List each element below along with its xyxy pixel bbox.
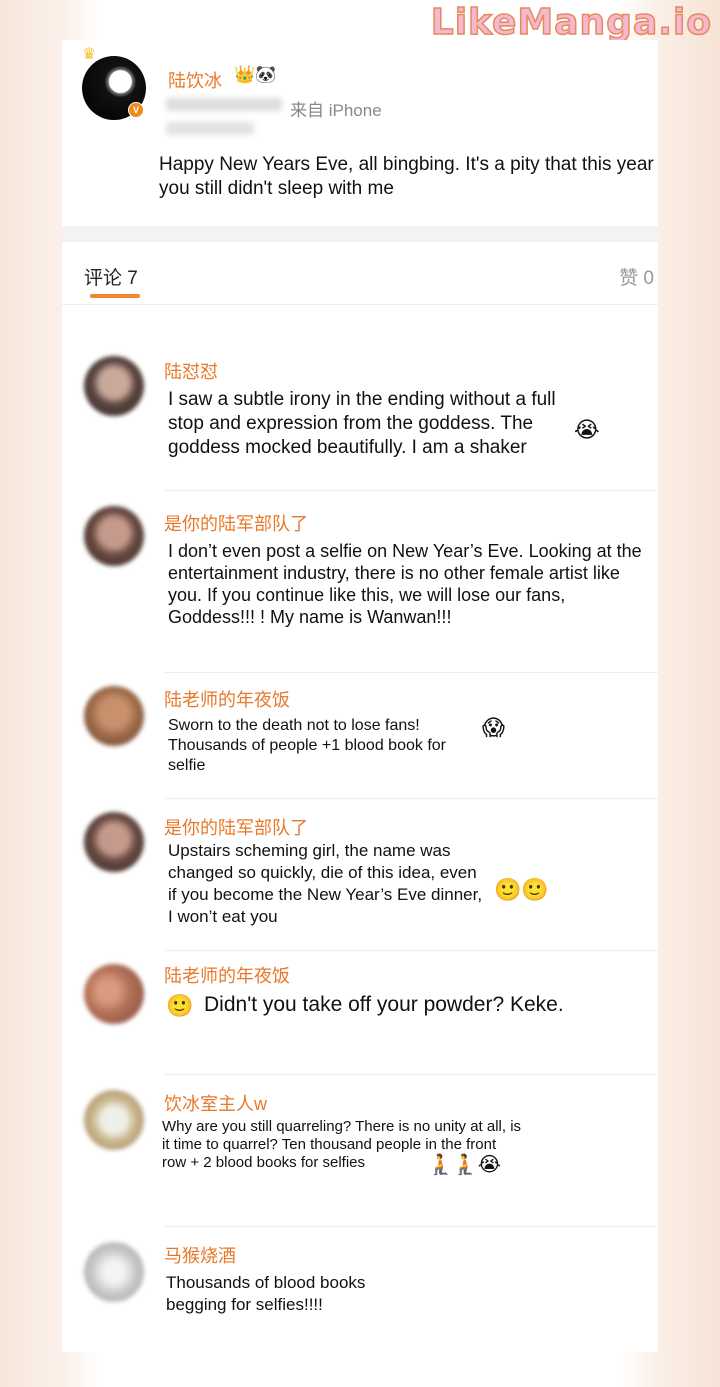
comment-divider xyxy=(164,1226,658,1227)
comment-text: I don’t even post a selfie on New Year’s… xyxy=(168,541,642,627)
commenter-name[interactable]: 是你的陆军部队了 xyxy=(164,814,308,840)
comment-divider xyxy=(164,490,658,491)
site-watermark: LikeManga.io xyxy=(430,1,712,44)
kneel-emoji-icon: 🧎🧎😭 xyxy=(428,1152,502,1176)
smile-emoji-icon: 🙂 xyxy=(166,994,194,1019)
comment-divider xyxy=(164,1074,658,1075)
post-text: Happy New Years Eve, all bingbing. It's … xyxy=(159,154,654,199)
comment-divider xyxy=(164,950,658,951)
commenter-avatar[interactable] xyxy=(84,1090,144,1150)
tab-comments[interactable]: 评论 7 xyxy=(84,263,138,290)
commenter-avatar[interactable] xyxy=(84,356,144,416)
commenter-avatar[interactable] xyxy=(84,812,144,872)
commenter-name[interactable]: 陆老师的年夜饭 xyxy=(164,686,290,712)
commenter-avatar[interactable] xyxy=(84,1242,144,1302)
commenter-avatar[interactable] xyxy=(84,964,144,1024)
comment-divider xyxy=(164,672,658,673)
comment-text: Upstairs scheming girl, the name was cha… xyxy=(168,841,483,926)
commenter-name[interactable]: 是你的陆军部队了 xyxy=(164,510,308,536)
post-location-blurred xyxy=(166,122,254,135)
comment-text: Thousands of blood books begging for sel… xyxy=(166,1273,366,1314)
tab-likes[interactable]: 赞 0 xyxy=(619,263,654,290)
post-source: 来自 iPhone xyxy=(290,101,382,120)
comment-text: I saw a subtle irony in the ending witho… xyxy=(168,389,556,458)
poster-name[interactable]: 陆饮冰 xyxy=(168,67,222,93)
crying-emoji-icon: 😭 xyxy=(574,418,600,443)
commenter-name[interactable]: 饮冰室主人w xyxy=(164,1090,267,1116)
poster-badges: 👑🐼 xyxy=(234,65,277,84)
scared-emoji-icon: 😱 xyxy=(482,716,505,741)
comment-divider xyxy=(164,798,658,799)
post-card: ♛ V 陆饮冰 👑🐼 来自 iPhone Happy New Years Eve… xyxy=(62,40,658,226)
comment-text: Didn't you take off your powder? Keke. xyxy=(204,993,564,1016)
smile-emoji-icon: 🙂🙂 xyxy=(494,878,549,903)
commenter-name[interactable]: 陆老师的年夜饭 xyxy=(164,962,290,988)
comment-text: Sworn to the death not to lose fans! Tho… xyxy=(168,717,446,774)
crown-icon: ♛ xyxy=(82,46,97,63)
commenter-name[interactable]: 陆怼怼 xyxy=(164,358,218,384)
feed-divider xyxy=(62,304,658,305)
commenter-avatar[interactable] xyxy=(84,686,144,746)
post-timestamp-blurred xyxy=(166,98,282,111)
verified-icon: V xyxy=(128,102,144,118)
comments-feed: 评论 7 赞 0 陆怼怼 I saw a subtle irony in the… xyxy=(62,242,658,1352)
commenter-avatar[interactable] xyxy=(84,506,144,566)
section-separator xyxy=(62,226,658,242)
commenter-name[interactable]: 马猴烧酒 xyxy=(164,1242,236,1268)
tab-active-indicator xyxy=(90,294,140,298)
